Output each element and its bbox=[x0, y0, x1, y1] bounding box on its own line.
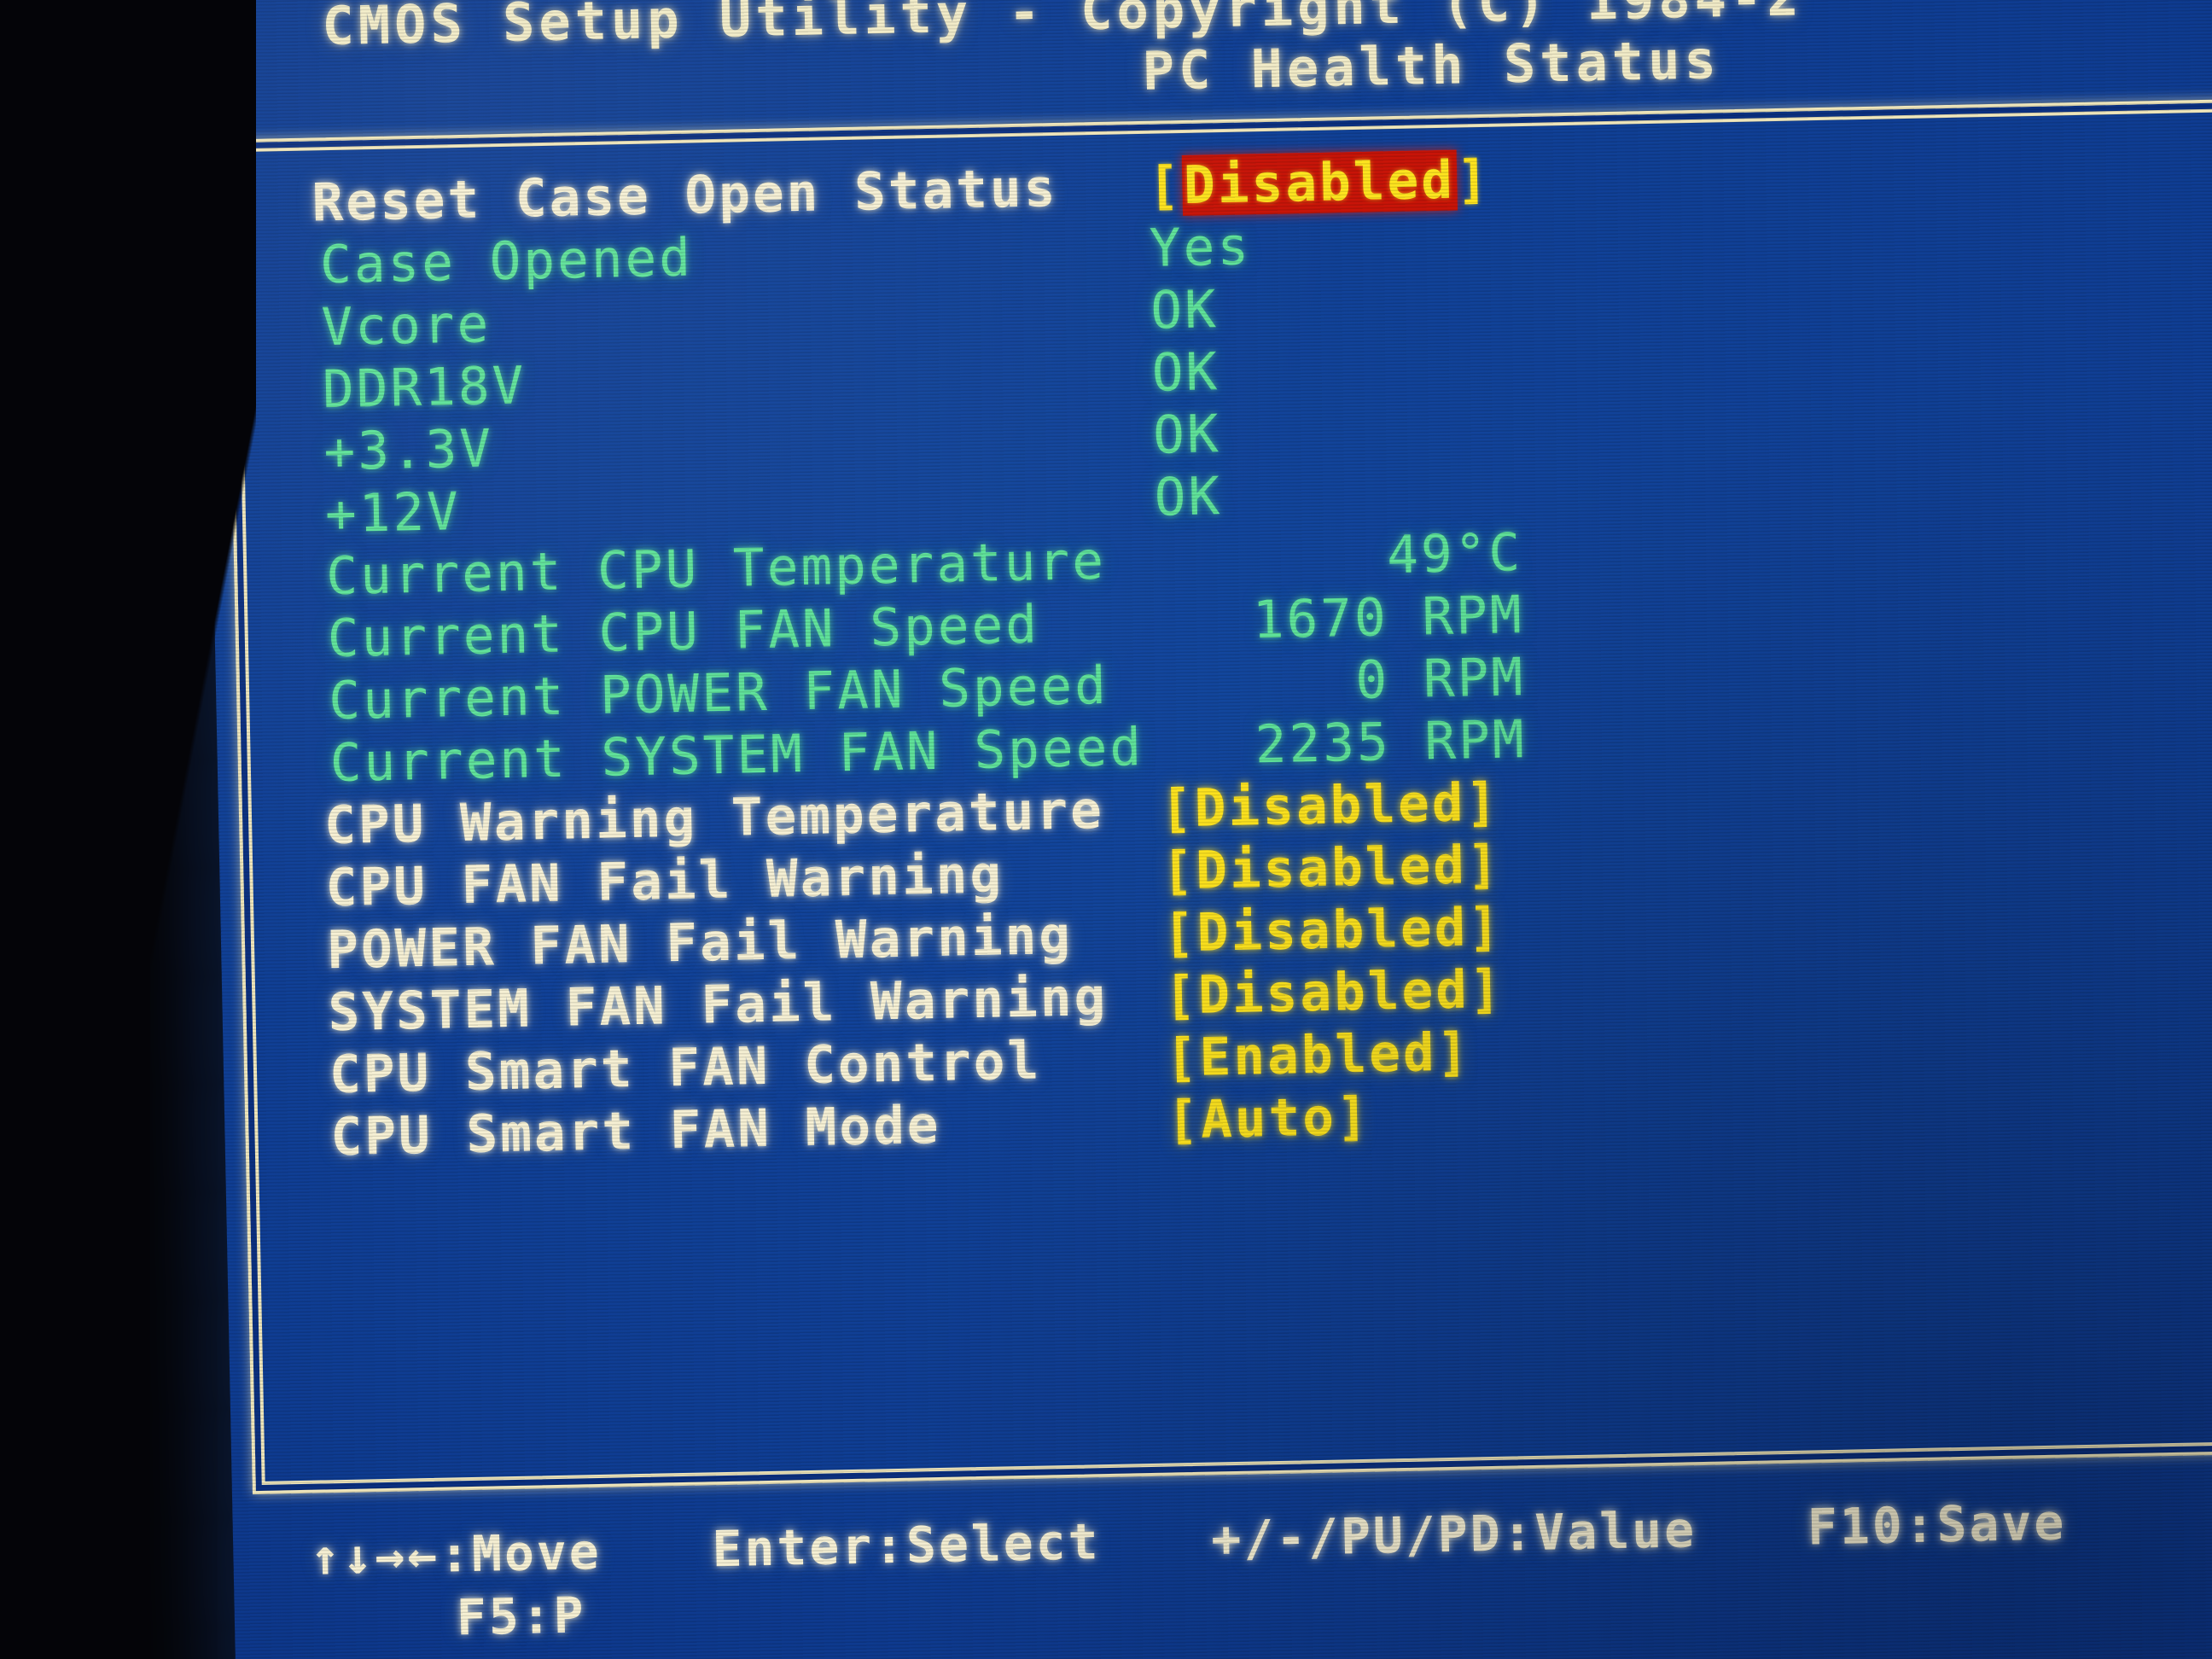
bios-screenshot: CMOS Setup Utility - Copyright (C) 1984-… bbox=[0, 0, 2212, 1659]
setting-label: Vcore bbox=[320, 294, 492, 358]
setting-label: CPU Smart FAN Mode bbox=[329, 1094, 942, 1168]
setting-value[interactable]: [Disabled] bbox=[1148, 148, 1492, 218]
setting-value: OK bbox=[1151, 341, 1220, 404]
setting-label: +3.3V bbox=[323, 418, 494, 483]
left-bezel-taper bbox=[128, 0, 256, 1659]
setting-value[interactable]: [Disabled] bbox=[1162, 896, 1503, 965]
setting-label: DDR18V bbox=[322, 355, 527, 421]
value-hint: +/-/PU/PD:Value bbox=[1210, 1500, 1697, 1569]
setting-label: +12V bbox=[324, 481, 462, 545]
move-hint: ↑↓→←:Move bbox=[309, 1522, 602, 1586]
settings-panel: Reset Case Open Status [Disabled] Case Ope… bbox=[225, 98, 2212, 1495]
setting-value: 0 RPM bbox=[1354, 647, 1526, 712]
bracket-open: [ bbox=[1147, 154, 1183, 217]
setting-value: 49°C bbox=[1386, 522, 1523, 586]
setting-value: Yes bbox=[1149, 216, 1252, 279]
header: CMOS Setup Utility - Copyright (C) 1984-… bbox=[202, 0, 2212, 119]
setting-value: OK bbox=[1154, 466, 1223, 528]
setting-value[interactable]: [Disabled] bbox=[1161, 834, 1502, 903]
bracket-close: ] bbox=[1456, 148, 1492, 211]
selected-value-highlight[interactable]: Disabled bbox=[1181, 149, 1458, 216]
setting-label: Case Opened bbox=[319, 227, 694, 296]
setting-value[interactable]: [Enabled] bbox=[1165, 1021, 1471, 1089]
setting-value: 1670 RPM bbox=[1252, 585, 1525, 651]
enter-hint: Enter:Select bbox=[711, 1512, 1102, 1579]
settings-list: Reset Case Open Status [Disabled] Case Ope… bbox=[311, 137, 2089, 1168]
setting-value: OK bbox=[1150, 279, 1220, 341]
setting-value: OK bbox=[1152, 404, 1222, 466]
setting-value: 2235 RPM bbox=[1254, 709, 1528, 776]
setting-value[interactable]: [Disabled] bbox=[1160, 771, 1500, 841]
setting-value[interactable]: [Disabled] bbox=[1164, 958, 1505, 1027]
status-bar: ↑↓→←:Move Enter:Select +/-/PU/PD:Value F… bbox=[259, 1486, 2212, 1653]
save-hint: F10:Save bbox=[1807, 1493, 2067, 1557]
setting-value[interactable]: [Auto] bbox=[1167, 1086, 1371, 1152]
crt-screen: CMOS Setup Utility - Copyright (C) 1984-… bbox=[201, 0, 2212, 1659]
